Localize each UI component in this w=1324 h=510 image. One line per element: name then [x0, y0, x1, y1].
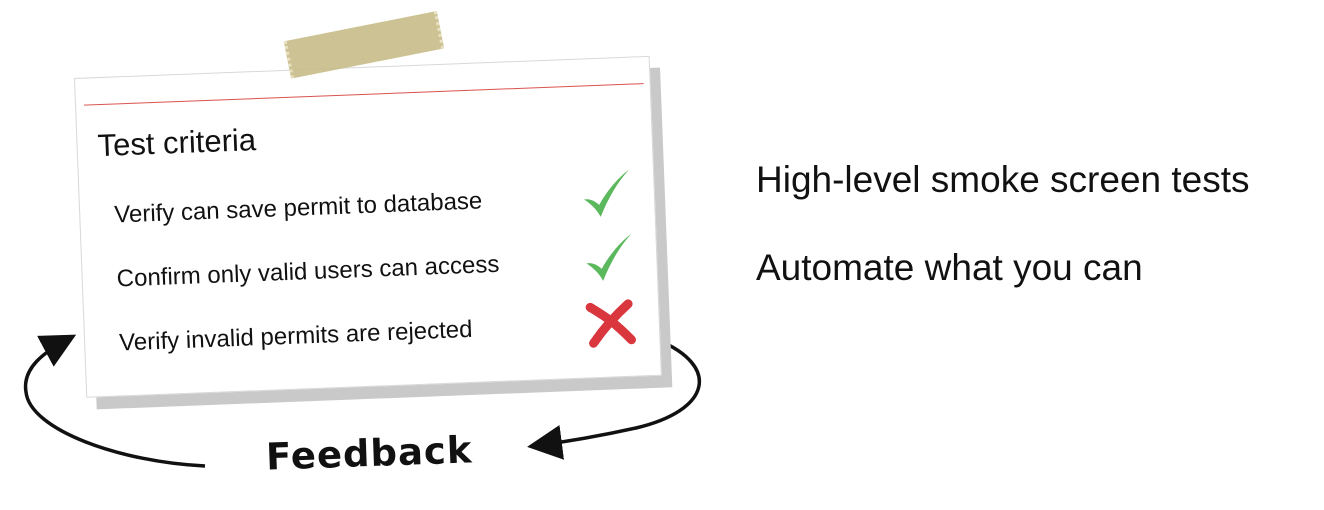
criterion-text: Verify invalid permits are rejected	[118, 315, 473, 357]
paper-card: Test criteria Verify can save permit to …	[74, 11, 662, 398]
key-point: Automate what you can	[756, 247, 1143, 288]
card-title: Test criteria	[96, 122, 257, 164]
card-rule-line	[84, 83, 644, 106]
check-icon	[584, 169, 629, 217]
criterion-text: Verify can save permit to database	[113, 187, 483, 229]
feedback-label: Feedback	[265, 428, 474, 479]
test-criteria-card: Test criteria Verify can save permit to …	[74, 11, 687, 418]
criterion-item: Verify invalid permits are rejected	[118, 296, 640, 372]
cross-icon	[585, 299, 636, 348]
key-point: High-level smoke screen tests	[756, 159, 1250, 200]
key-points: High-level smoke screen tests Automate w…	[756, 158, 1250, 334]
criterion-item: Verify can save permit to database	[113, 168, 635, 244]
criterion-item: Confirm only valid users can access	[116, 232, 638, 308]
check-icon	[586, 233, 632, 281]
criterion-text: Confirm only valid users can access	[116, 250, 500, 293]
